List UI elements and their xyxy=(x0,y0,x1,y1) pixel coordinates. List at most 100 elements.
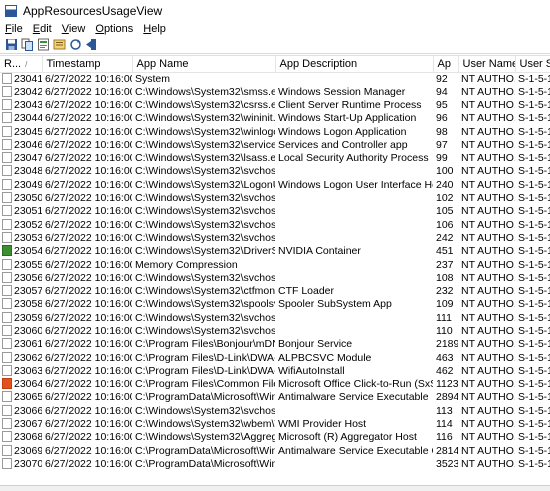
refresh-icon[interactable] xyxy=(68,38,82,52)
cell-user-sid: S-1-5-18 xyxy=(518,351,550,364)
table-row[interactable]: 230616/27/2022 10:16:00 AMC:\Program Fil… xyxy=(0,338,550,351)
column-header-timestamp[interactable]: Timestamp xyxy=(42,56,133,73)
table-row[interactable]: 230666/27/2022 10:16:00 AMC:\Windows\Sys… xyxy=(0,404,550,418)
table-row[interactable]: 230586/27/2022 10:16:00 AMC:\Windows\Sys… xyxy=(0,298,550,311)
menu-item-view[interactable]: View xyxy=(57,22,91,36)
table-row[interactable]: 230706/27/2022 10:16:00 AMC:\ProgramData… xyxy=(0,457,550,471)
cell-app-id: 2894 xyxy=(436,391,458,404)
table-row[interactable]: 230566/27/2022 10:16:00 AMC:\Windows\Sys… xyxy=(0,271,550,285)
table-row[interactable]: 230626/27/2022 10:16:00 AMC:\Program Fil… xyxy=(0,351,550,364)
cell-user-sid: S-1-5-18 xyxy=(518,285,550,298)
table-row[interactable]: 230496/27/2022 10:16:00 AMC:\Windows\Sys… xyxy=(0,178,550,192)
cell-user-sid: S-1-5-18 xyxy=(518,192,550,205)
cell-user-name: NT AUTHO... xyxy=(461,404,515,417)
cell-user-name: NT AUTHO... xyxy=(461,311,515,324)
menu-item-file[interactable]: File xyxy=(0,22,28,36)
cell-timestamp: 6/27/2022 10:16:00 AM xyxy=(45,404,132,417)
table-row[interactable]: 230646/27/2022 10:16:00 AMC:\Program Fil… xyxy=(0,378,550,391)
cell-app-name: C:\Windows\System32\csrss.exe xyxy=(135,98,275,111)
table-row[interactable]: 230676/27/2022 10:16:00 AMC:\Windows\Sys… xyxy=(0,418,550,431)
table-row[interactable]: 230546/27/2022 10:16:00 AMC:\Windows\Sys… xyxy=(0,245,550,258)
cell-timestamp: 6/27/2022 10:16:00 AM xyxy=(45,364,132,377)
cell-user-sid: S-1-5-18 xyxy=(518,431,550,444)
cell-app-id: 95 xyxy=(436,98,448,111)
column-header-app-id[interactable]: Ap xyxy=(433,56,459,73)
table-row[interactable]: 230436/27/2022 10:16:00 AMC:\Windows\Sys… xyxy=(0,98,550,112)
table-row[interactable]: 230416/27/2022 10:16:00 AMSystem 92 NT AUT… xyxy=(0,72,550,86)
cell-app-name: C:\Windows\System32\svchost.ex... xyxy=(135,231,275,244)
save-icon[interactable] xyxy=(4,38,18,52)
menu-item-help[interactable]: Help xyxy=(138,22,171,36)
table-row[interactable]: 230466/27/2022 10:16:00 AMC:\Windows\Sys… xyxy=(0,138,550,152)
cell-user-name: NT AUTHO... xyxy=(461,112,515,125)
column-header-app-description[interactable]: App Description xyxy=(275,56,434,73)
table-row[interactable]: 230446/27/2022 10:16:00 AMC:\Windows\Sys… xyxy=(0,112,550,125)
column-header-app-name[interactable]: App Name xyxy=(132,56,276,73)
cell-record-id: 23067 xyxy=(0,418,42,431)
cell-timestamp: 6/27/2022 10:16:00 AM xyxy=(45,258,132,271)
table-row[interactable]: 230696/27/2022 10:16:00 AMC:\ProgramData… xyxy=(0,444,550,458)
cell-app-description xyxy=(275,205,433,218)
app-file-icon xyxy=(2,324,12,336)
column-header-record[interactable]: R... / xyxy=(0,56,43,73)
cell-user-sid: S-1-5-18 xyxy=(518,364,550,377)
menu-item-options[interactable]: Options xyxy=(90,22,138,36)
cell-app-id: 232 xyxy=(436,285,454,298)
properties-icon[interactable] xyxy=(52,38,66,52)
app-file-icon xyxy=(2,98,12,110)
copy-icon[interactable] xyxy=(20,38,34,52)
cell-user-sid: S-1-5-18 xyxy=(518,85,550,98)
cell-record-id: 23052 xyxy=(0,218,42,231)
table-row[interactable]: 230516/27/2022 10:16:00 AMC:\Windows\Sys… xyxy=(0,205,550,218)
cell-app-description: Bonjour Service xyxy=(278,338,353,351)
app-file-icon xyxy=(2,431,12,443)
html-report-icon[interactable] xyxy=(36,38,50,52)
table-row[interactable]: 230686/27/2022 10:16:00 AMC:\Windows\Sys… xyxy=(0,431,550,444)
exit-icon[interactable] xyxy=(84,38,98,52)
table-row[interactable]: 230536/27/2022 10:16:00 AMC:\Windows\Sys… xyxy=(0,231,550,245)
cell-app-name: C:\Windows\System32\wbem\Wm... xyxy=(135,418,275,431)
cell-app-description: Local Security Authority Process xyxy=(278,152,429,165)
cell-timestamp: 6/27/2022 10:16:00 AM xyxy=(45,125,132,138)
toolbar xyxy=(0,36,550,54)
cell-timestamp: 6/27/2022 10:16:00 AM xyxy=(45,178,132,191)
cell-app-name: C:\Program Files\Common Files\... xyxy=(135,378,275,391)
column-header-user-name[interactable]: User Name xyxy=(458,56,516,73)
table-row[interactable]: 230636/27/2022 10:16:00 AMC:\Program Fil… xyxy=(0,364,550,378)
cell-app-name: C:\Windows\System32\DriverStore... xyxy=(135,245,275,258)
cell-app-description: WifiAutoInstall xyxy=(278,364,345,377)
table-row[interactable]: 230556/27/2022 10:16:00 AMMemory Compres… xyxy=(0,258,550,271)
table-row[interactable]: 230506/27/2022 10:16:00 AMC:\Windows\Sys… xyxy=(0,192,550,205)
cell-app-id: 116 xyxy=(436,431,453,444)
table-row[interactable]: 230486/27/2022 10:16:00 AMC:\Windows\Sys… xyxy=(0,165,550,178)
cell-app-id: 240 xyxy=(436,178,454,191)
cell-app-id: 2814 xyxy=(436,444,458,457)
app-file-icon xyxy=(2,285,12,297)
cell-record-id: 23055 xyxy=(0,258,42,271)
records-table[interactable]: R... / Timestamp App Name App Description… xyxy=(0,55,550,485)
table-row[interactable]: 230656/27/2022 10:16:00 AMC:\ProgramData… xyxy=(0,391,550,404)
app-icon xyxy=(5,5,17,17)
table-row[interactable]: 230426/27/2022 10:16:00 AMC:\Windows\Sys… xyxy=(0,85,550,99)
table-row[interactable]: 230596/27/2022 10:16:00 AMC:\Windows\Sys… xyxy=(0,311,550,325)
title-bar: AppResourcesUsageView xyxy=(0,0,550,22)
table-row[interactable]: 230476/27/2022 10:16:00 AMC:\Windows\Sys… xyxy=(0,152,550,165)
cell-user-name: NT AUTHO... xyxy=(461,245,515,258)
cell-app-description xyxy=(275,192,433,205)
cell-record-id: 23066 xyxy=(0,404,42,418)
cell-app-description xyxy=(275,325,433,338)
cell-timestamp: 6/27/2022 10:16:00 AM xyxy=(45,298,132,311)
menu-item-edit[interactable]: Edit xyxy=(28,22,57,36)
cell-app-id: 100 xyxy=(436,165,454,178)
cell-record-id: 23047 xyxy=(0,152,42,165)
cell-app-id: 92 xyxy=(436,72,448,85)
table-row[interactable]: 230576/27/2022 10:16:00 AMC:\Windows\Sys… xyxy=(0,285,550,298)
table-row[interactable]: 230456/27/2022 10:16:00 AMC:\Windows\Sys… xyxy=(0,125,550,138)
cell-user-sid: S-1-5-18 xyxy=(518,178,550,191)
table-row[interactable]: 230606/27/2022 10:16:00 AMC:\Windows\Sys… xyxy=(0,324,550,338)
column-header-user-sid[interactable]: User SID xyxy=(515,56,550,73)
cell-user-name: NT AUTHO... xyxy=(461,178,515,191)
cell-record-id: 23069 xyxy=(0,444,42,458)
cell-app-name: C:\Program Files\D-Link\DWA-171... xyxy=(135,364,275,377)
table-row[interactable]: 230526/27/2022 10:16:00 AMC:\Windows\Sys… xyxy=(0,218,550,231)
